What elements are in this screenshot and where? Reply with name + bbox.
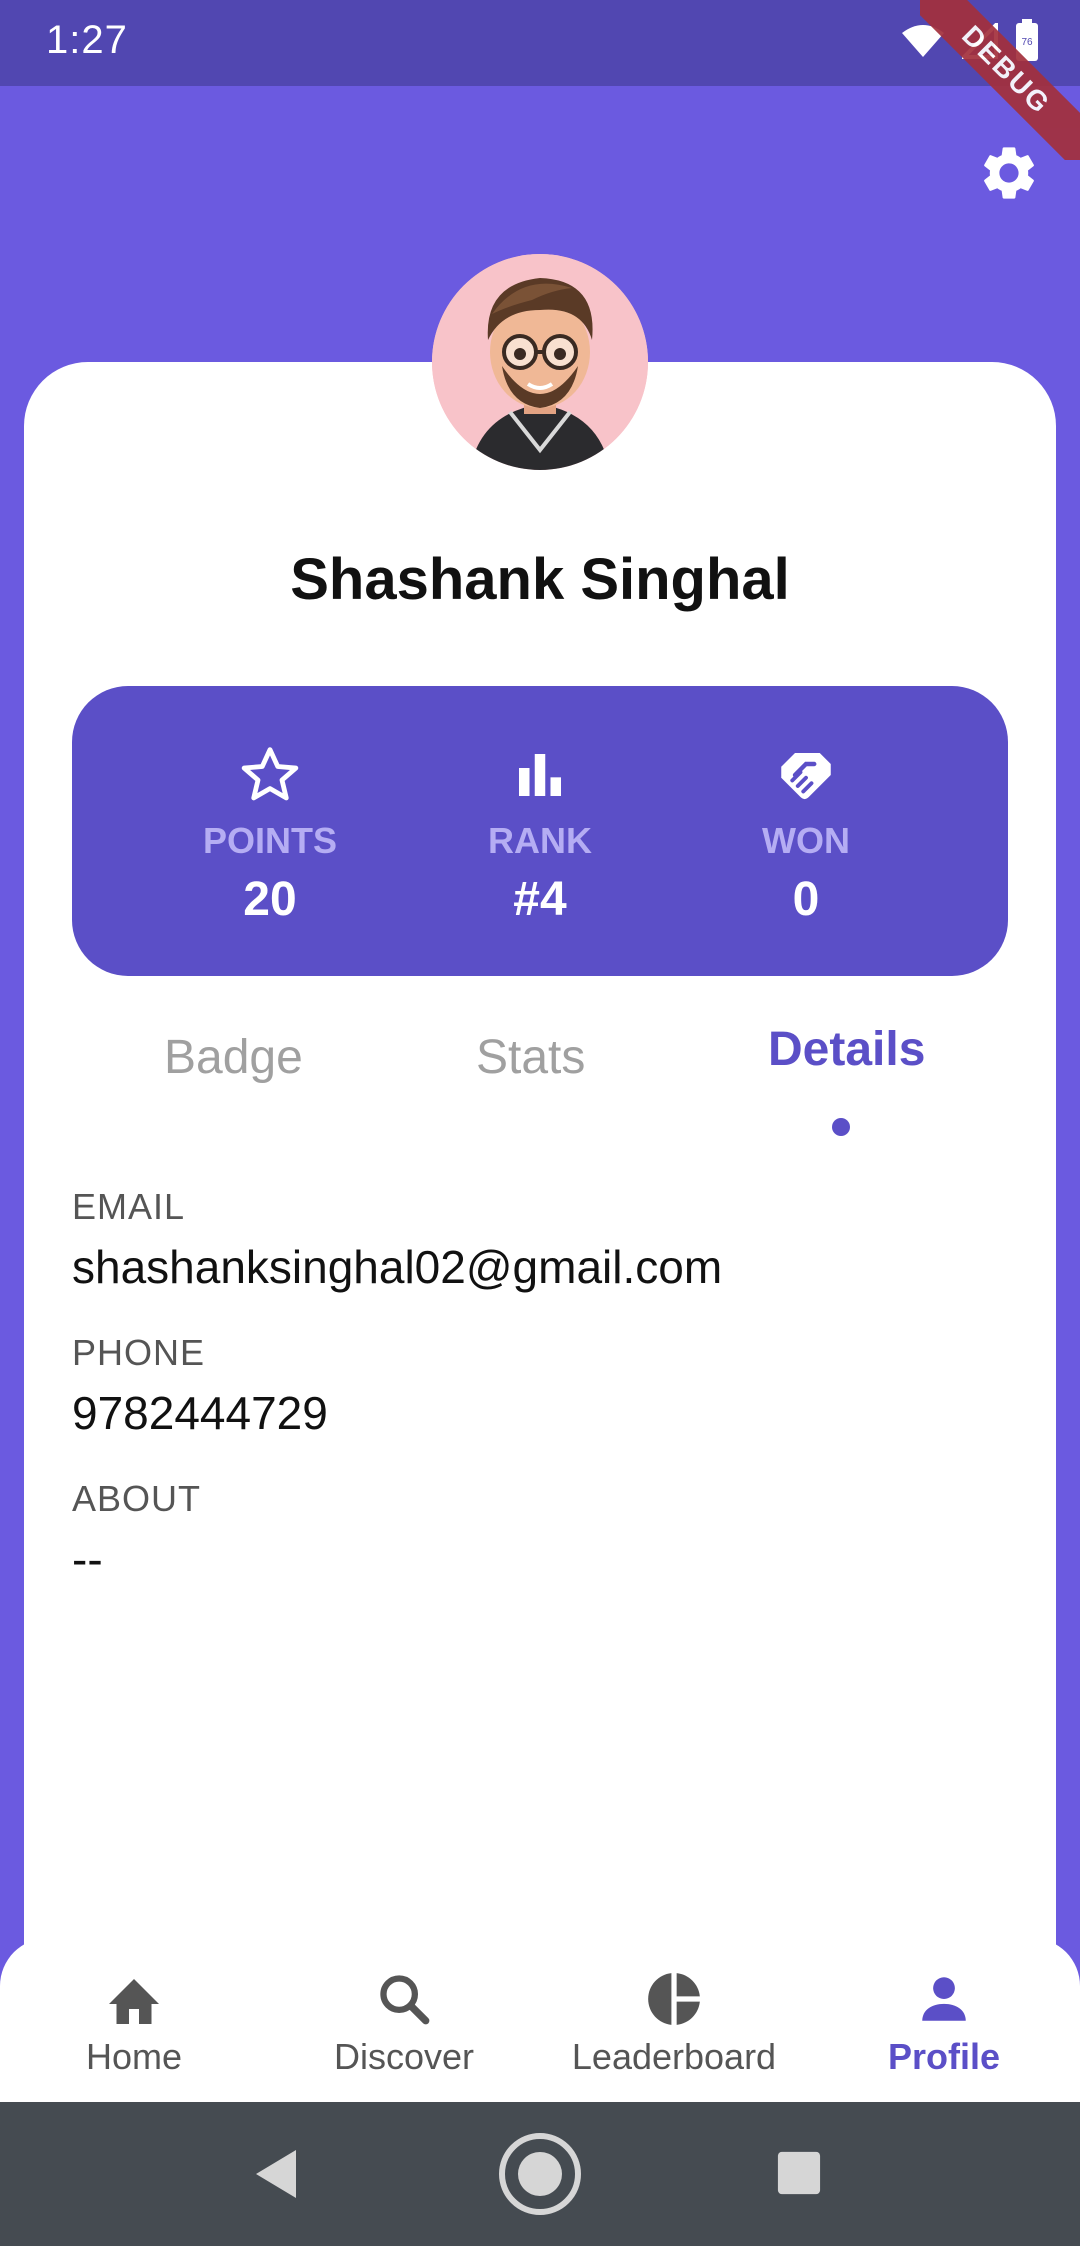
stat-label: RANK	[488, 820, 592, 861]
handshake-icon	[771, 740, 841, 810]
stat-won: WON 0	[686, 686, 926, 976]
avatar[interactable]	[432, 254, 648, 470]
nav-home[interactable]: Home	[14, 1938, 254, 2102]
system-nav-bar	[0, 2102, 1080, 2246]
tab-stats[interactable]: Stats	[476, 1030, 585, 1085]
stat-value: #4	[513, 873, 567, 926]
search-icon	[375, 1966, 433, 2032]
stat-value: 0	[792, 873, 820, 926]
star-outline-icon	[238, 740, 302, 810]
nav-label: Home	[85, 2036, 183, 2077]
status-time: 1:27	[46, 18, 128, 62]
nav-label: Leaderboard	[571, 2036, 777, 2077]
about-value: --	[72, 1533, 103, 1585]
nav-label: Profile	[887, 2036, 1001, 2077]
profile-name: Shashank Singhal	[290, 547, 790, 612]
recents-icon[interactable]	[776, 2150, 822, 2201]
stat-label: POINTS	[202, 820, 337, 861]
stats-panel: POINTS 20 RANK #4 WON 0	[72, 686, 1008, 976]
home-circle-icon[interactable]	[496, 2130, 584, 2223]
stat-points: POINTS 20	[150, 686, 390, 976]
tab-badge[interactable]: Badge	[164, 1030, 303, 1085]
nav-profile[interactable]: Profile	[824, 1938, 1064, 2102]
back-icon[interactable]	[252, 2146, 300, 2207]
email-label: EMAIL	[72, 1186, 186, 1227]
about-label: ABOUT	[72, 1478, 202, 1519]
avatar-illustration	[432, 254, 648, 470]
stat-label: WON	[762, 820, 850, 861]
bar-chart-icon	[512, 740, 568, 810]
tab-active-indicator	[832, 1118, 850, 1136]
settings-button[interactable]	[972, 136, 1046, 210]
home-icon	[104, 1966, 164, 2032]
bottom-nav: Home Discover Leaderboard Profile	[0, 1938, 1080, 2102]
phone-value: 9782444729	[72, 1387, 328, 1439]
stat-value: 20	[243, 873, 297, 926]
phone-label: PHONE	[72, 1332, 206, 1373]
stat-rank: RANK #4	[420, 686, 660, 976]
nav-discover[interactable]: Discover	[284, 1938, 524, 2102]
tab-details[interactable]: Details	[768, 1022, 925, 1077]
status-bar: 1:27 76	[0, 0, 1080, 86]
pie-chart-icon	[643, 1966, 705, 2032]
gear-icon	[984, 147, 1034, 199]
email-value: shashanksinghal02@gmail.com	[72, 1241, 723, 1293]
nav-label: Discover	[333, 2036, 475, 2077]
person-icon	[915, 1966, 973, 2032]
nav-leaderboard[interactable]: Leaderboard	[554, 1938, 794, 2102]
